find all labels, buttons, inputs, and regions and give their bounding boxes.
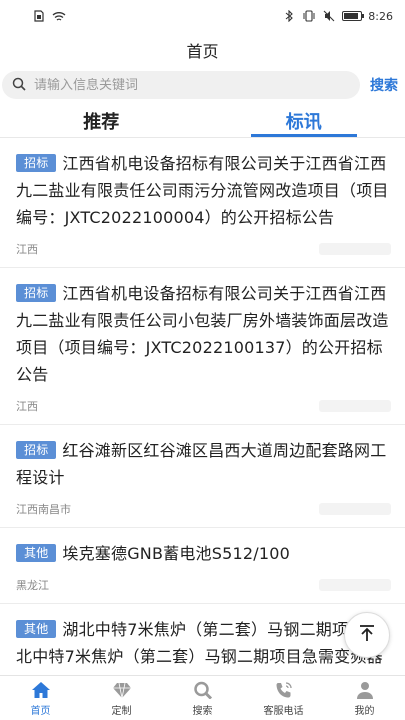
list-item[interactable]: 招标 红谷滩新区红谷滩区昌西大道周边配套路网工程设计 江西南昌市 (0, 425, 405, 528)
nav-label: 我的 (354, 705, 375, 717)
search-box[interactable] (2, 71, 360, 99)
item-title: 招标 江西省机电设备招标有限公司关于江西省江西九二盐业有限责任公司雨污分流管网改造… (16, 154, 389, 227)
item-title: 其他 湖北中特7米焦炉（第二套）马钢二期项目湖北中特7米焦炉（第二套）马钢二期项目… (16, 620, 383, 675)
bottom-nav: 首页 定制 搜索 客服电话 我的 (0, 675, 405, 720)
battery-icon (342, 11, 365, 21)
item-region: 江西 (16, 400, 38, 413)
nav-label: 首页 (30, 705, 51, 717)
item-date-placeholder (319, 243, 391, 255)
nav-label: 搜索 (192, 705, 213, 717)
list-item[interactable]: 其他 埃克塞德GNB蓄电池S512/100 黑龙江 (0, 528, 405, 604)
category-badge: 其他 (16, 620, 57, 638)
item-date-placeholder (319, 400, 391, 412)
wifi-icon (52, 9, 66, 23)
item-date-placeholder (319, 503, 391, 515)
category-badge: 招标 (16, 154, 57, 172)
item-date-placeholder (319, 579, 391, 591)
nav-label: 客服电话 (263, 705, 304, 717)
bid-list: 招标 江西省机电设备招标有限公司关于江西省江西九二盐业有限责任公司雨污分流管网改造… (0, 138, 405, 675)
home-icon (30, 680, 52, 700)
user-icon (354, 680, 376, 700)
search-row: 搜索 (0, 70, 405, 100)
mute-icon (322, 9, 336, 23)
item-title: 其他 埃克塞德GNB蓄电池S512/100 (16, 540, 391, 567)
category-badge: 招标 (16, 284, 57, 302)
list-item[interactable]: 招标 江西省机电设备招标有限公司关于江西省江西九二盐业有限责任公司小包装厂房外墙装… (0, 268, 405, 425)
arrow-up-icon (357, 623, 377, 647)
nav-search[interactable]: 搜索 (162, 676, 243, 720)
item-title: 招标 红谷滩新区红谷滩区昌西大道周边配套路网工程设计 (16, 441, 387, 487)
nav-custom[interactable]: 定制 (81, 676, 162, 720)
search-icon (192, 680, 214, 700)
bluetooth-icon (282, 9, 296, 23)
item-region: 江西 (16, 243, 38, 256)
tab-recommend[interactable]: 推荐 (0, 104, 203, 137)
list-item[interactable]: 招标 江西省机电设备招标有限公司关于江西省江西九二盐业有限责任公司雨污分流管网改造… (0, 138, 405, 268)
nav-mine[interactable]: 我的 (324, 676, 405, 720)
item-title: 招标 江西省机电设备招标有限公司关于江西省江西九二盐业有限责任公司小包装厂房外墙装… (16, 284, 389, 384)
item-region: 江西南昌市 (16, 503, 71, 516)
diamond-icon (111, 680, 133, 700)
search-input[interactable] (34, 77, 350, 93)
status-bar: 8:26 (0, 0, 405, 32)
category-badge: 招标 (16, 441, 57, 459)
nav-home[interactable]: 首页 (0, 676, 81, 720)
vibrate-icon (302, 9, 316, 23)
tab-bids[interactable]: 标讯 (203, 104, 405, 137)
search-button[interactable]: 搜索 (370, 75, 398, 95)
nav-phone[interactable]: 客服电话 (243, 676, 324, 720)
category-badge: 其他 (16, 544, 57, 562)
back-to-top-button[interactable] (344, 612, 390, 658)
phone-icon (273, 680, 295, 700)
status-time: 8:26 (368, 9, 393, 23)
page-title: 首页 (186, 42, 219, 61)
tab-bar: 推荐 标讯 (0, 104, 405, 138)
nav-label: 定制 (111, 705, 132, 717)
search-icon (12, 76, 26, 95)
item-region: 黑龙江 (16, 579, 49, 592)
sim-card-icon (32, 9, 46, 23)
